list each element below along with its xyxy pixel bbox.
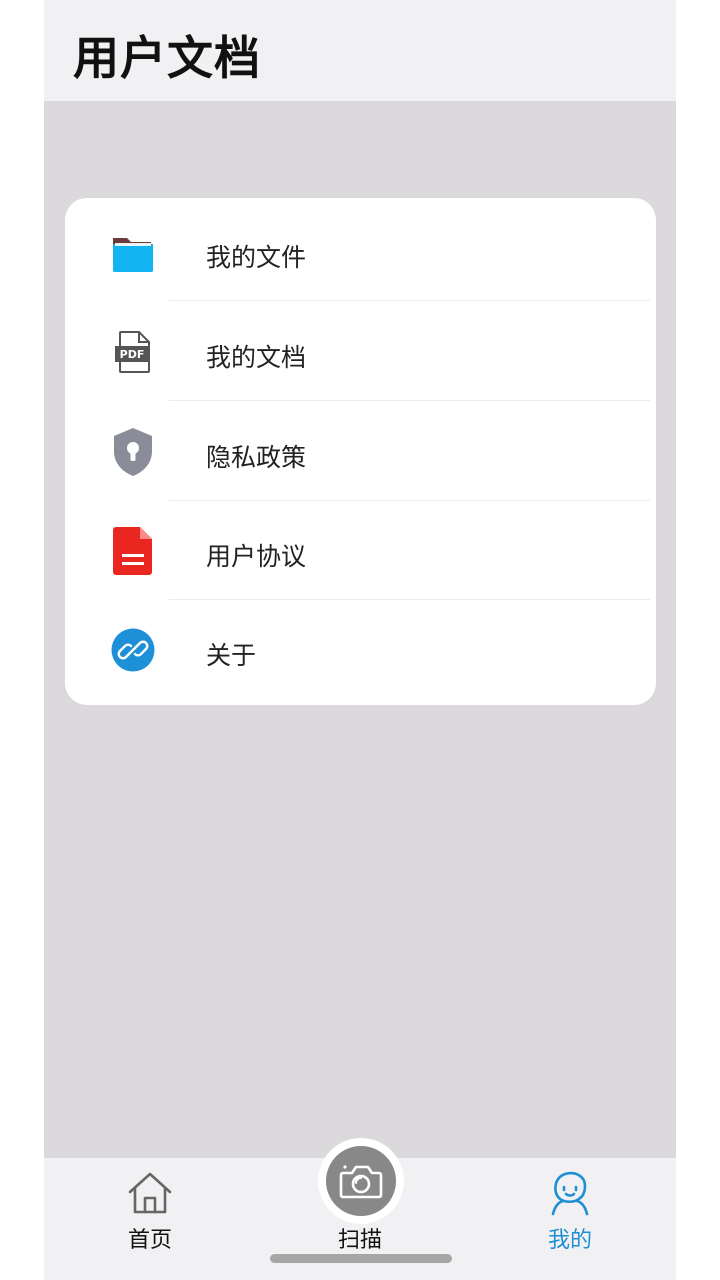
menu-item-label: 用户协议 — [206, 542, 307, 571]
tab-mine-label: 我的 — [547, 1228, 592, 1253]
page-title: 用户文档 — [73, 31, 261, 85]
menu-item-user-agreement[interactable]: 用户协议 — [65, 501, 656, 600]
home-icon — [128, 1172, 172, 1214]
camera-icon — [339, 1165, 383, 1199]
menu-item-label: 隐私政策 — [206, 443, 307, 472]
divider — [169, 300, 650, 301]
pdf-document-icon: PDF — [111, 330, 155, 374]
menu-item-about[interactable]: 关于 — [65, 600, 656, 699]
tab-home[interactable]: 首页 — [70, 1158, 230, 1258]
scan-button[interactable] — [318, 1138, 404, 1224]
home-indicator — [270, 1254, 452, 1263]
svg-text:PDF: PDF — [120, 348, 145, 361]
menu-item-label: 关于 — [206, 641, 257, 670]
menu-item-my-documents[interactable]: PDF 我的文档 — [65, 302, 656, 401]
shield-keyhole-icon — [111, 428, 155, 476]
folder-icon — [111, 230, 155, 274]
menu-item-label: 我的文档 — [206, 343, 307, 372]
tab-scan-label: 扫描 — [337, 1228, 382, 1253]
user-icon — [551, 1171, 589, 1216]
tab-home-label: 首页 — [127, 1228, 172, 1253]
header-bar: 用户文档 — [44, 0, 676, 101]
link-icon — [111, 628, 155, 672]
menu-card: 我的文件 PDF 我的文档 隐私政策 用户协议 关于 — [65, 198, 656, 705]
menu-item-privacy-policy[interactable]: 隐私政策 — [65, 402, 656, 501]
menu-item-my-files[interactable]: 我的文件 — [65, 202, 656, 301]
menu-item-label: 我的文件 — [206, 243, 307, 272]
app-screen: 用户文档 我的文件 PDF 我的文档 隐私政策 用户协议 关于 首页 扫描 我的 — [44, 0, 676, 1280]
scan-button-circle — [326, 1146, 396, 1216]
agreement-document-icon — [111, 527, 155, 575]
divider — [169, 400, 650, 401]
tab-mine[interactable]: 我的 — [490, 1158, 650, 1258]
